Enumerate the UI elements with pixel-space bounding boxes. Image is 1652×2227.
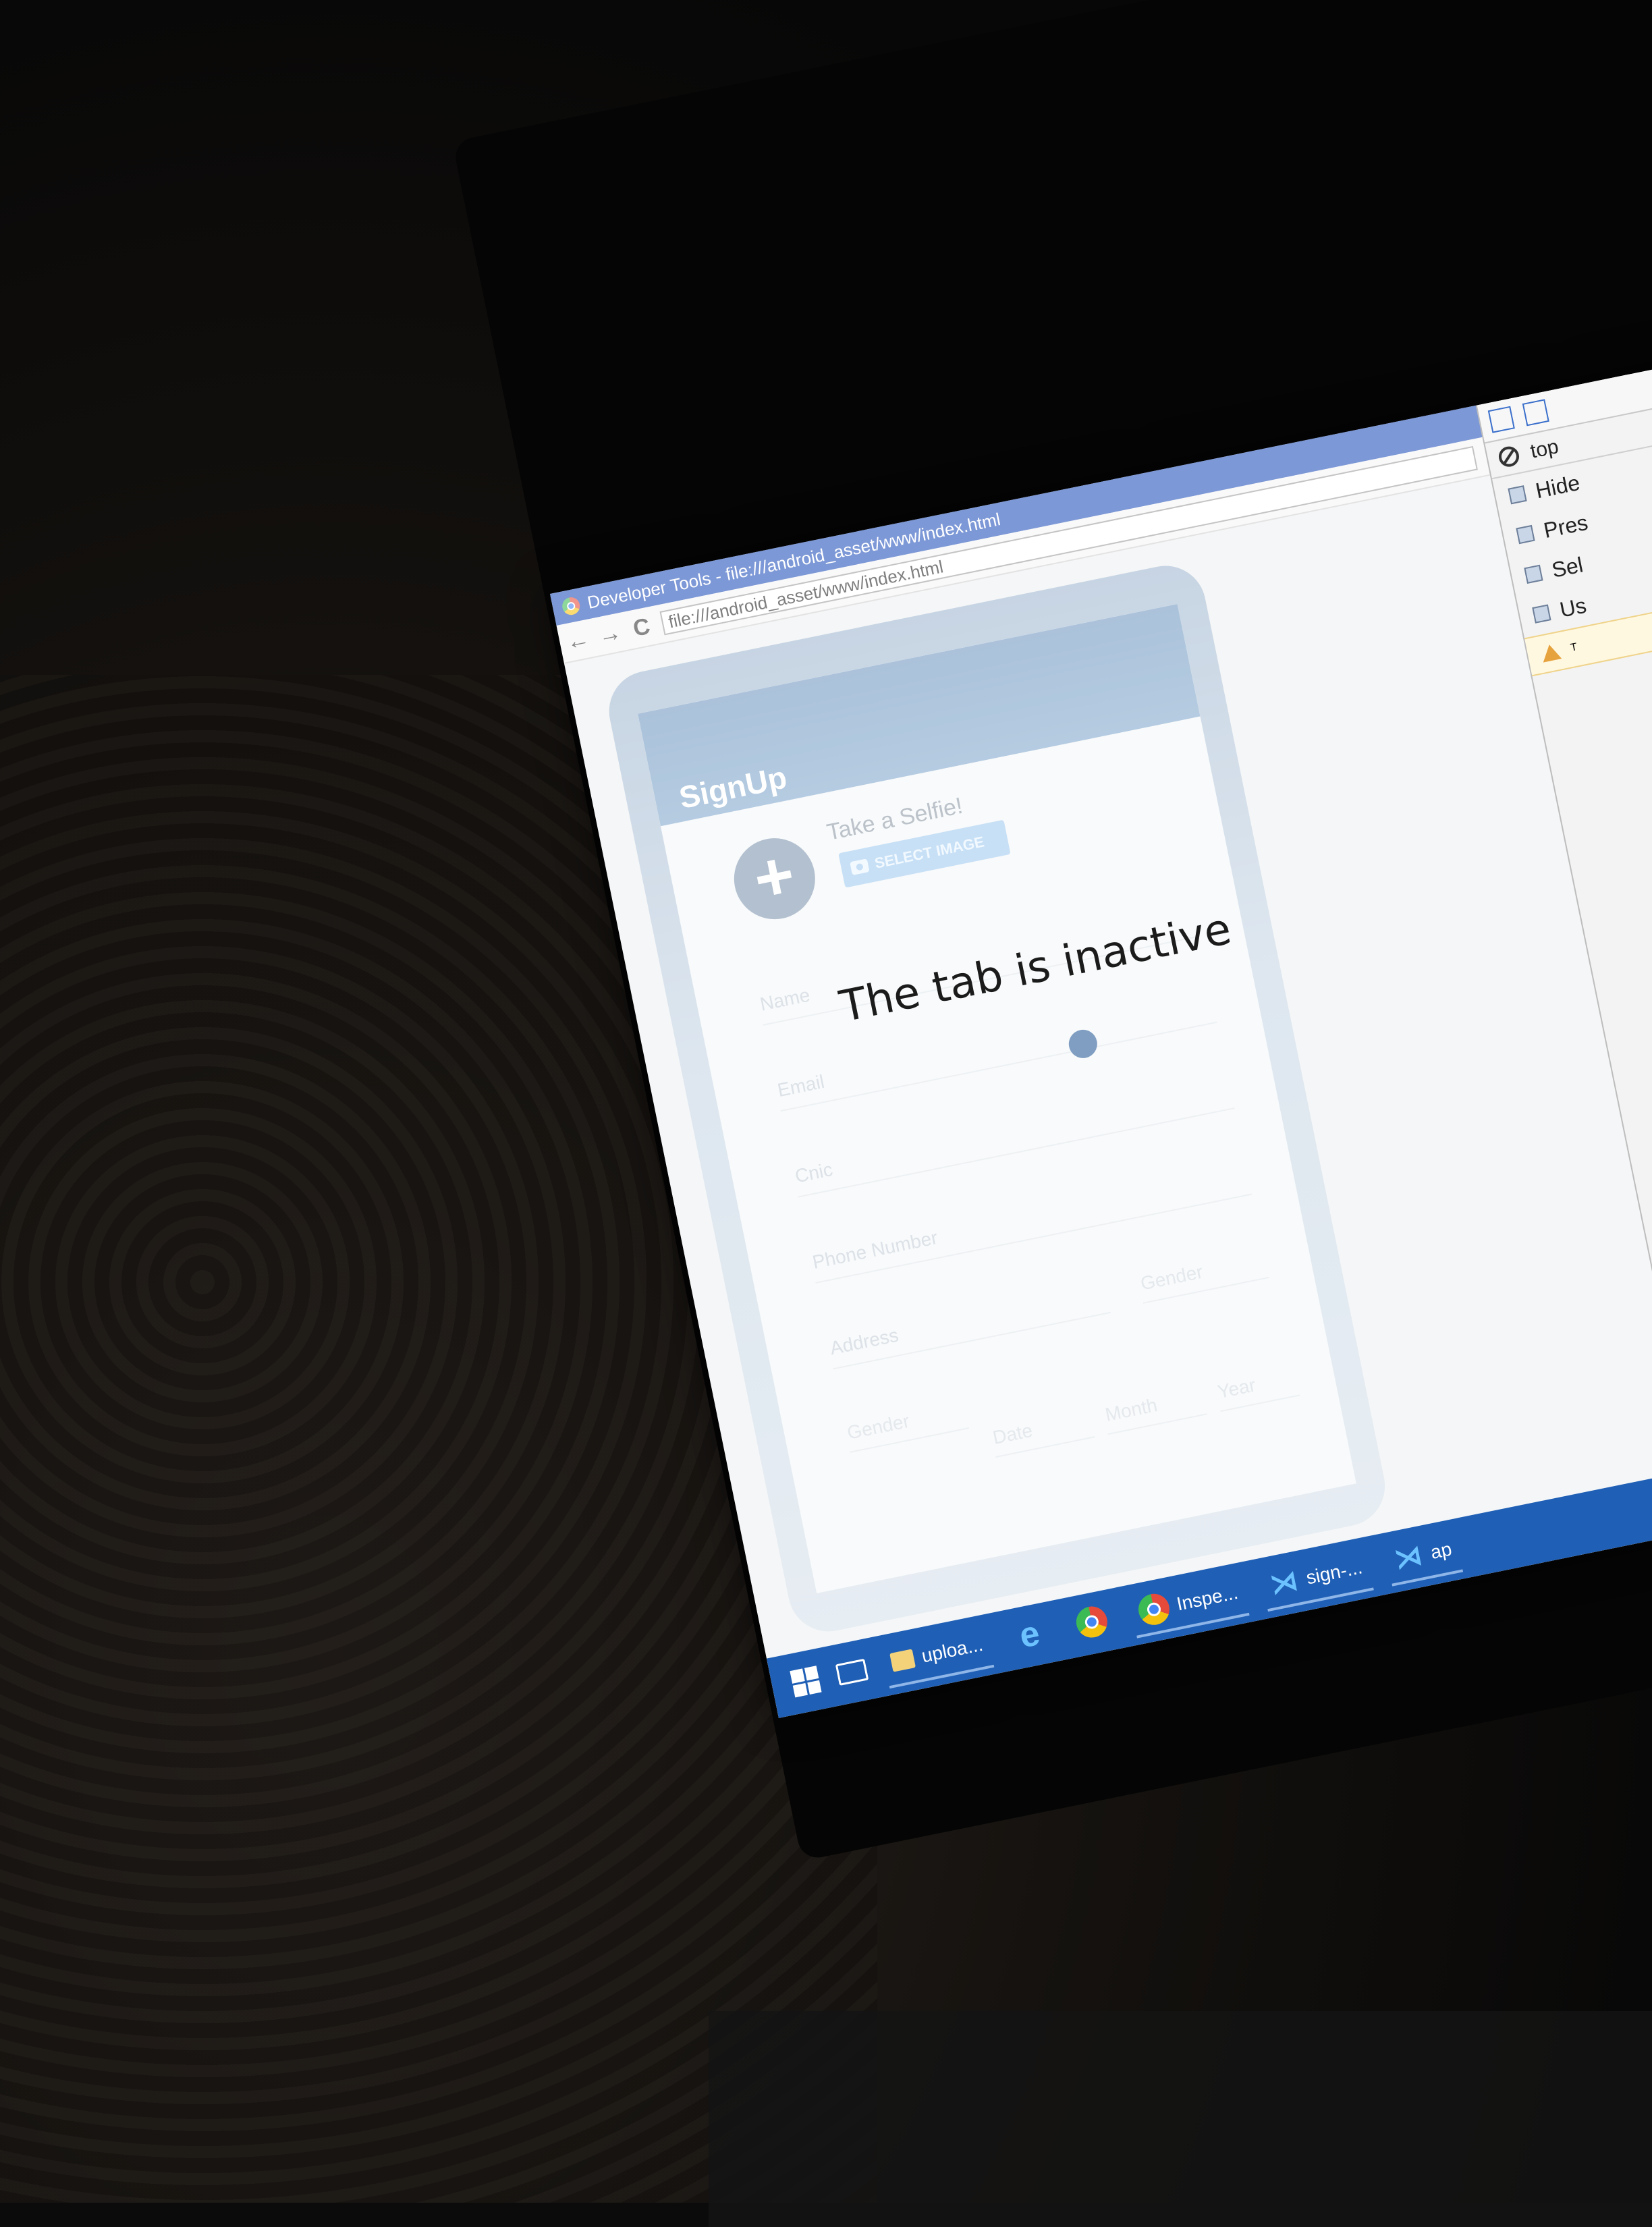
taskbar-item-edge[interactable]: e: [1003, 1608, 1057, 1664]
taskbar-item-label: ap: [1429, 1538, 1454, 1563]
option-checkbox[interactable]: [1508, 485, 1527, 505]
inactive-message: The tab is inactive: [835, 904, 1236, 1033]
keyboard-backdrop: [709, 2011, 1652, 2227]
option-label: Pres: [1541, 510, 1590, 543]
edge-icon: e: [1016, 1613, 1043, 1656]
chrome-icon: [1073, 1603, 1110, 1641]
folder-icon: [889, 1649, 916, 1672]
option-checkbox[interactable]: [1532, 604, 1551, 624]
warning-icon: [1540, 642, 1562, 663]
warning-text: T: [1569, 641, 1578, 654]
option-label: Hide: [1533, 470, 1582, 503]
taskbar-item-label: sign-...: [1304, 1556, 1365, 1589]
option-label: Us: [1558, 593, 1589, 622]
option-checkbox[interactable]: [1524, 564, 1543, 584]
taskbar-item-vscode-ap[interactable]: ⋊ ap: [1383, 1525, 1464, 1587]
device-mode-icon[interactable]: [1522, 399, 1549, 427]
option-label: Sel: [1549, 551, 1585, 582]
option-checkbox[interactable]: [1516, 524, 1535, 545]
inspect-element-icon[interactable]: [1487, 406, 1515, 433]
context-selector[interactable]: top: [1529, 435, 1561, 464]
vscode-icon: ⋊: [1267, 1566, 1300, 1601]
chrome-icon: [1135, 1591, 1172, 1628]
windows-start-icon[interactable]: [790, 1666, 822, 1698]
taskbar-item-label: uploa...: [919, 1633, 985, 1667]
vscode-icon: ⋊: [1392, 1540, 1425, 1575]
task-view-icon[interactable]: [835, 1658, 869, 1686]
clear-console-icon[interactable]: [1497, 444, 1521, 469]
taskbar-item-label: Inspe...: [1174, 1581, 1240, 1615]
taskbar-item-chrome[interactable]: [1066, 1596, 1119, 1651]
status-dot: [1066, 1027, 1100, 1061]
